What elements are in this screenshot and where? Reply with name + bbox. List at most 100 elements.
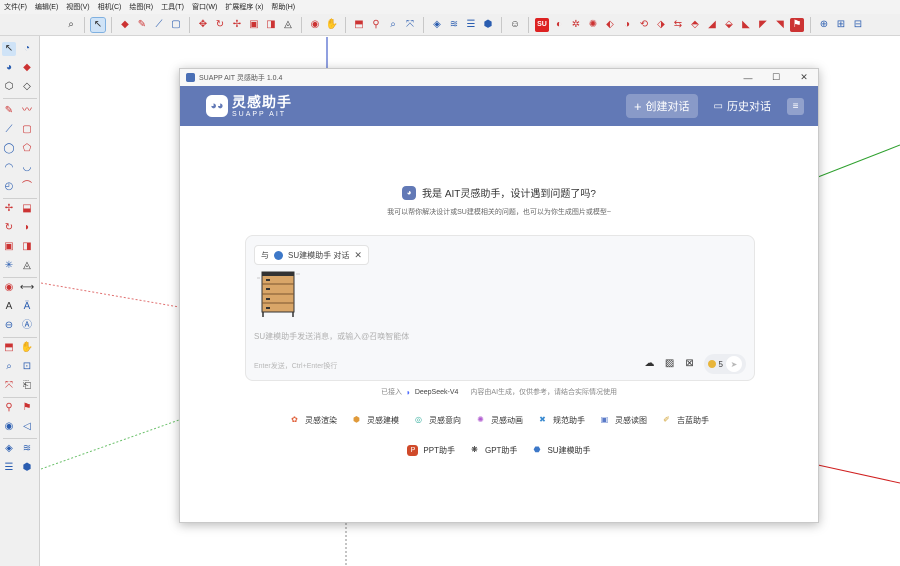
move-icon[interactable]: ✢ bbox=[230, 18, 244, 32]
position-camera-icon[interactable]: ⚑ bbox=[20, 401, 34, 415]
zoom-extents-icon[interactable]: ⤧ bbox=[2, 379, 16, 393]
plugin-icon[interactable]: ⬗ bbox=[654, 18, 668, 32]
pan-icon[interactable]: ✋ bbox=[325, 18, 339, 32]
menu-camera[interactable]: 相机(C) bbox=[98, 2, 122, 12]
feature-render-button[interactable]: ✿ 灵感渲染 bbox=[289, 412, 337, 428]
eraser-icon[interactable]: ◇ bbox=[20, 80, 34, 94]
plugin-icon[interactable]: ✺ bbox=[586, 18, 600, 32]
orbit-icon[interactable]: ⬒ bbox=[2, 341, 16, 355]
text-icon[interactable]: A bbox=[2, 300, 16, 314]
paint-icon[interactable]: ◕ bbox=[2, 61, 16, 75]
eraser-icon[interactable]: ◆ bbox=[20, 61, 34, 75]
rectangle-icon[interactable]: ▢ bbox=[169, 18, 183, 32]
axes-icon[interactable]: ✳ bbox=[2, 259, 16, 273]
scale-icon[interactable]: ▣ bbox=[2, 240, 16, 254]
close-icon[interactable]: ✕ bbox=[354, 250, 362, 261]
arc-icon[interactable]: ◠ bbox=[2, 161, 16, 175]
materials-icon[interactable]: ⬢ bbox=[481, 18, 495, 32]
close-button[interactable]: ✕ bbox=[790, 69, 818, 86]
walk-icon[interactable]: ⚲ bbox=[369, 18, 383, 32]
send-button[interactable]: ➤ bbox=[726, 356, 742, 372]
move-icon[interactable]: ✢ bbox=[2, 202, 16, 216]
feature-intent-button[interactable]: ◎ 灵感意向 bbox=[413, 412, 461, 428]
3d-text-icon[interactable]: Ä bbox=[20, 300, 34, 314]
plugin-icon[interactable]: ⬙ bbox=[722, 18, 736, 32]
previous-view-icon[interactable]: ⎗ bbox=[20, 379, 34, 393]
select-icon[interactable]: ↖ bbox=[90, 16, 106, 33]
plugin-icon[interactable]: ✲ bbox=[569, 18, 583, 32]
eraser-icon[interactable]: ◆ bbox=[118, 18, 132, 32]
arc-icon[interactable]: ⌒ bbox=[20, 180, 34, 194]
rectangle-icon[interactable]: ▢ bbox=[20, 123, 34, 137]
styles-icon[interactable]: ≋ bbox=[447, 18, 461, 32]
zoom-icon[interactable]: ⌕ bbox=[64, 18, 78, 32]
rotate-icon[interactable]: ↻ bbox=[2, 221, 16, 235]
eye-icon[interactable]: ◉ bbox=[2, 420, 16, 434]
menu-view[interactable]: 视图(V) bbox=[66, 2, 89, 12]
layers-icon[interactable]: ☰ bbox=[2, 461, 16, 475]
feature-animation-button[interactable]: ✺ 灵感动画 bbox=[475, 412, 523, 428]
image-upload-icon[interactable]: ▨ bbox=[664, 358, 676, 370]
styles-icon[interactable]: ≋ bbox=[20, 442, 34, 456]
menu-help[interactable]: 帮助(H) bbox=[271, 2, 295, 12]
feature-gpt-button[interactable]: ❋ GPT助手 bbox=[469, 442, 517, 458]
arc-icon[interactable]: ◡ bbox=[20, 161, 34, 175]
components-icon[interactable]: ◈ bbox=[430, 18, 444, 32]
chat-input-box[interactable]: 与 SU建模助手 对话 ✕ SU建模助手发送消息，或输入@召唤智能体 Enter… bbox=[245, 235, 755, 381]
zoom-window-icon[interactable]: ⊡ bbox=[20, 360, 34, 374]
screenshot-icon[interactable]: ⊠ bbox=[684, 358, 696, 370]
ait-assistant-icon[interactable]: ⚑ bbox=[790, 17, 804, 32]
polygon-icon[interactable]: ⬠ bbox=[20, 142, 34, 156]
feature-ppt-button[interactable]: P PPT助手 bbox=[407, 442, 455, 458]
plugin-icon[interactable]: ◢ bbox=[705, 18, 719, 32]
dimension-icon[interactable]: ⟷ bbox=[20, 281, 34, 295]
pencil-icon[interactable]: ✎ bbox=[135, 18, 149, 32]
account-icon[interactable]: ☺ bbox=[508, 18, 522, 32]
plugin-icon[interactable]: ◑ bbox=[620, 18, 634, 32]
lasso-icon[interactable]: ◔ bbox=[20, 42, 34, 56]
feature-rules-button[interactable]: ✖ 规范助手 bbox=[537, 412, 585, 428]
section-icon[interactable]: ⬒ bbox=[352, 18, 366, 32]
menu-tools[interactable]: 工具(T) bbox=[161, 2, 184, 12]
plugin-icon[interactable]: ⟲ bbox=[637, 18, 651, 32]
pie-icon[interactable]: ◴ bbox=[2, 180, 16, 194]
menu-extensions[interactable]: 扩展程序 (x) bbox=[225, 2, 263, 12]
tape-icon[interactable]: ◉ bbox=[2, 281, 16, 295]
history-button[interactable]: ▭ 历史对话 bbox=[708, 94, 777, 118]
push-pull-icon[interactable]: ✥ bbox=[196, 18, 210, 32]
search-icon[interactable]: ⌕ bbox=[2, 360, 16, 374]
push-pull-icon[interactable]: ⬓ bbox=[20, 202, 34, 216]
materials-icon[interactable]: ⬢ bbox=[20, 461, 34, 475]
feature-read-image-button[interactable]: ▣ 灵感读图 bbox=[599, 412, 647, 428]
orbit-icon[interactable]: ◉ bbox=[308, 18, 322, 32]
feature-su-modeling-button[interactable]: ⬣ SU建模助手 bbox=[531, 442, 590, 458]
menu-window[interactable]: 窗口(W) bbox=[192, 2, 217, 12]
cloud-upload-icon[interactable]: ☁ bbox=[644, 358, 656, 370]
plugin-icon[interactable]: ⊟ bbox=[851, 18, 865, 32]
plugin-icon[interactable]: ◣ bbox=[739, 18, 753, 32]
line-icon[interactable]: ⟋ bbox=[152, 18, 166, 32]
hamburger-menu-icon[interactable]: ≡ bbox=[787, 97, 804, 115]
feature-jilan-button[interactable]: ✐ 吉蓝助手 bbox=[661, 412, 709, 428]
select-icon[interactable]: ↖ bbox=[2, 42, 16, 56]
plugin-icon[interactable]: ◥ bbox=[773, 18, 787, 32]
new-chat-button[interactable]: + 创建对话 bbox=[625, 94, 698, 118]
plugin-icon[interactable]: ⊕ bbox=[817, 18, 831, 32]
plugin-icon[interactable]: ⇆ bbox=[671, 18, 685, 32]
su-plugin-icon[interactable]: SU bbox=[535, 17, 549, 32]
pan-icon[interactable]: ✋ bbox=[20, 341, 34, 355]
offset-icon[interactable]: ◨ bbox=[264, 18, 278, 32]
plugin-icon[interactable]: ◤ bbox=[756, 18, 770, 32]
plugin-icon[interactable]: ◐ bbox=[552, 18, 566, 32]
scale-icon[interactable]: ▣ bbox=[247, 18, 261, 32]
tag-icon[interactable]: ⬡ bbox=[2, 80, 16, 94]
menu-edit[interactable]: 编辑(E) bbox=[35, 2, 58, 12]
walk-icon[interactable]: ⚲ bbox=[2, 401, 16, 415]
plugin-icon[interactable]: ⬘ bbox=[688, 18, 702, 32]
search-icon[interactable]: ⌕ bbox=[386, 18, 400, 32]
offset-icon[interactable]: ◨ bbox=[20, 240, 34, 254]
section-icon[interactable]: ⊖ bbox=[2, 319, 16, 333]
layers-icon[interactable]: ☰ bbox=[464, 18, 478, 32]
minimize-button[interactable]: — bbox=[734, 69, 762, 86]
menu-file[interactable]: 文件(F) bbox=[4, 2, 27, 12]
